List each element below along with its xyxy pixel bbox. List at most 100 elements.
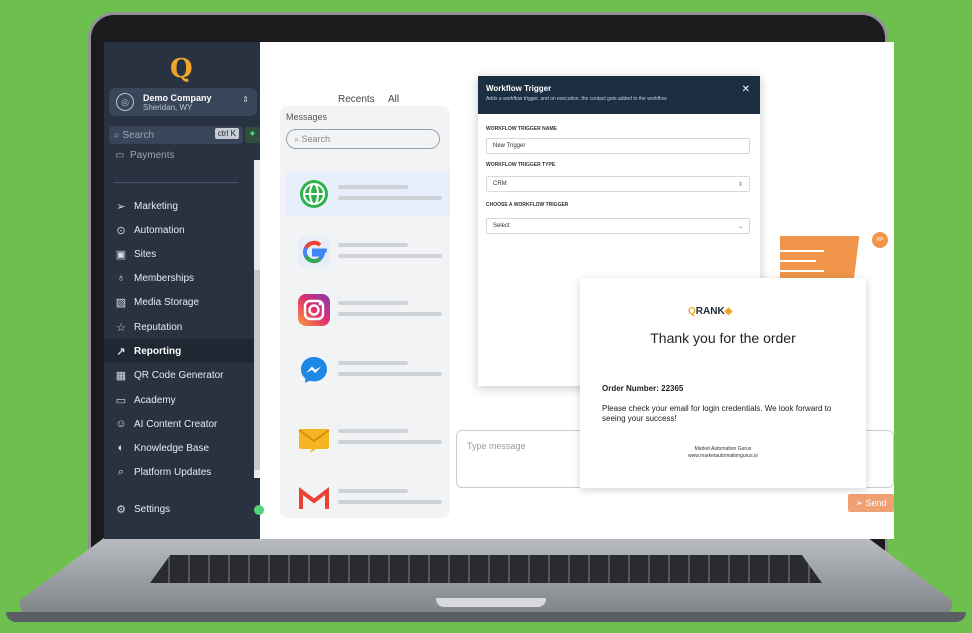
channel-instagram[interactable] (286, 288, 450, 332)
search-icon: ⌕ (294, 133, 300, 144)
channel-gmail[interactable] (286, 476, 450, 520)
send-button[interactable]: ➢ Send (848, 494, 894, 512)
sidebar-item-label: AI Content Creator (134, 418, 218, 430)
pin-icon: ◆ (724, 306, 733, 317)
award-icon: ♁ (116, 272, 126, 284)
footer-company: Market Automation Gurus (694, 446, 752, 452)
sidebar-item-label: Reporting (134, 345, 182, 357)
close-icon[interactable]: ✕ (742, 84, 750, 95)
laptop-base-edge (6, 612, 966, 622)
choose-trigger-label: CHOOSE A WORKFLOW TRIGGER (486, 202, 569, 208)
play-circle-icon: ⊙ (116, 224, 126, 237)
sidebar-item-label: Academy (134, 394, 176, 406)
image-icon: ▨ (115, 296, 127, 309)
sidebar-item-academy[interactable]: ▭ Academy (104, 388, 254, 412)
brain-icon: ◐ (117, 442, 125, 454)
channel-google[interactable] (286, 230, 450, 274)
email-icon (298, 422, 330, 454)
avatar-badge: RP (872, 232, 888, 248)
order-confirmation-card: QRANK◆ Thank you for the order Order Num… (580, 278, 866, 488)
sidebar-item-knowledge-base[interactable]: ◐ Knowledge Base (104, 436, 254, 460)
sidebar-search-input[interactable]: ⌕ Search ctrl K (109, 126, 243, 144)
doc-line (780, 260, 816, 262)
laptop-keyboard (150, 555, 822, 583)
sidebar-item-label: Memberships (134, 272, 195, 284)
sidebar-item-platform-updates[interactable]: ⌕ Platform Updates (104, 460, 254, 484)
messages-title: Messages (286, 112, 328, 122)
wallet-icon: ▭ (115, 150, 125, 161)
sidebar-item-memberships[interactable]: ♁ Memberships (104, 266, 254, 290)
preview-line (338, 312, 442, 316)
trigger-type-value: CRM (493, 181, 507, 187)
choose-trigger-select[interactable]: Select ⌄ (486, 218, 750, 234)
chevron-updown-icon: ⇕ (737, 181, 743, 188)
sidebar-item-label: Knowledge Base (134, 442, 210, 454)
sidebar-item-label: Platform Updates (134, 466, 212, 478)
chevron-down-icon: ⌄ (737, 223, 743, 230)
preview-line (338, 429, 408, 433)
sidebar-item-label: Payments (130, 150, 175, 161)
company-switcher[interactable]: ◎ Demo Company Sheridan, WY ⇕ (109, 88, 257, 116)
modal-title: Workflow Trigger (486, 84, 552, 93)
company-name: Demo Company (143, 92, 212, 103)
browser-icon: ▣ (115, 248, 127, 261)
sparkle-icon[interactable]: ✦ (245, 127, 260, 143)
preview-line (338, 254, 442, 258)
choose-trigger-value: Select (493, 223, 510, 229)
brand-logo-icon[interactable]: Q (170, 54, 193, 84)
channel-website[interactable] (286, 172, 450, 216)
sidebar-item-reputation[interactable]: ☆ Reputation (104, 315, 254, 339)
document-illustration (780, 236, 860, 280)
sidebar-item-label: QR Code Generator (134, 369, 224, 381)
send-icon: ➢ (855, 497, 863, 508)
preview-line (338, 196, 442, 200)
sidebar-item-sites[interactable]: ▣ Sites (104, 242, 254, 266)
sidebar-item-ai-content-creator[interactable]: ☺ AI Content Creator (104, 412, 254, 436)
footer-url: www.marketautomationgurus.io (688, 453, 758, 459)
preview-line (338, 372, 442, 376)
doc-line (780, 250, 824, 252)
laptop-trackpad (436, 598, 546, 607)
sidebar-divider (114, 182, 238, 183)
send-label: Send (865, 498, 887, 508)
sidebar-item-qr-code-generator[interactable]: ▦ QR Code Generator (104, 363, 254, 387)
chart-line-icon: ↗ (116, 345, 126, 358)
send-icon: ➢ (116, 200, 126, 213)
laptop-screen: Q ◎ Demo Company Sheridan, WY ⇕ ⌕ Search… (104, 42, 894, 539)
sidebar-item-media-storage[interactable]: ▨ Media Storage (104, 290, 254, 314)
doc-line (780, 270, 824, 272)
trigger-type-label: WORKFLOW TRIGGER TYPE (486, 162, 556, 168)
order-number: Order Number: 22365 (602, 384, 684, 393)
sidebar-item-automation[interactable]: ⊙ Automation (104, 218, 254, 242)
modal-subtitle: Adds a workflow trigger, and on executio… (486, 96, 667, 102)
tab-all[interactable]: All (388, 94, 399, 105)
tab-recents[interactable]: Recents (338, 94, 375, 105)
modal-header: Workflow Trigger Adds a workflow trigger… (478, 76, 760, 114)
channel-messenger[interactable] (286, 348, 450, 392)
preview-line (338, 489, 408, 493)
sidebar-item-reporting[interactable]: ↗ Reporting (104, 339, 254, 363)
sidebar-item-label: Reputation (134, 321, 183, 333)
sidebar-item-label: Marketing (134, 200, 178, 212)
qrank-logo: QRANK◆ (688, 306, 732, 317)
search-shortcut: ctrl K (214, 128, 239, 139)
sidebar-item-label: Automation (134, 224, 185, 236)
preview-line (338, 500, 442, 504)
messenger-icon (298, 354, 330, 386)
sidebar-item-label: Sites (134, 248, 157, 260)
google-icon (298, 236, 330, 268)
sidebar-item-payments[interactable]: ▭ Payments (115, 150, 255, 162)
messages-search-input[interactable]: ⌕ Search (286, 129, 440, 149)
trigger-name-input[interactable]: New Trigger (486, 138, 750, 154)
sidebar-item-marketing[interactable]: ➢ Marketing (104, 194, 254, 218)
channel-email[interactable] (286, 416, 450, 460)
trigger-type-select[interactable]: CRM ⇕ (486, 176, 750, 192)
chevron-updown-icon: ⇕ (242, 95, 249, 104)
sidebar-item-settings[interactable]: ⚙ Settings (104, 497, 254, 521)
company-icon: ◎ (116, 93, 134, 111)
sidebar-scrollbar[interactable] (254, 160, 260, 478)
preview-line (338, 185, 408, 189)
qr-icon: ▦ (115, 369, 127, 382)
scrollbar-thumb[interactable] (254, 270, 260, 470)
order-message: Please check your email for login creden… (602, 404, 832, 423)
